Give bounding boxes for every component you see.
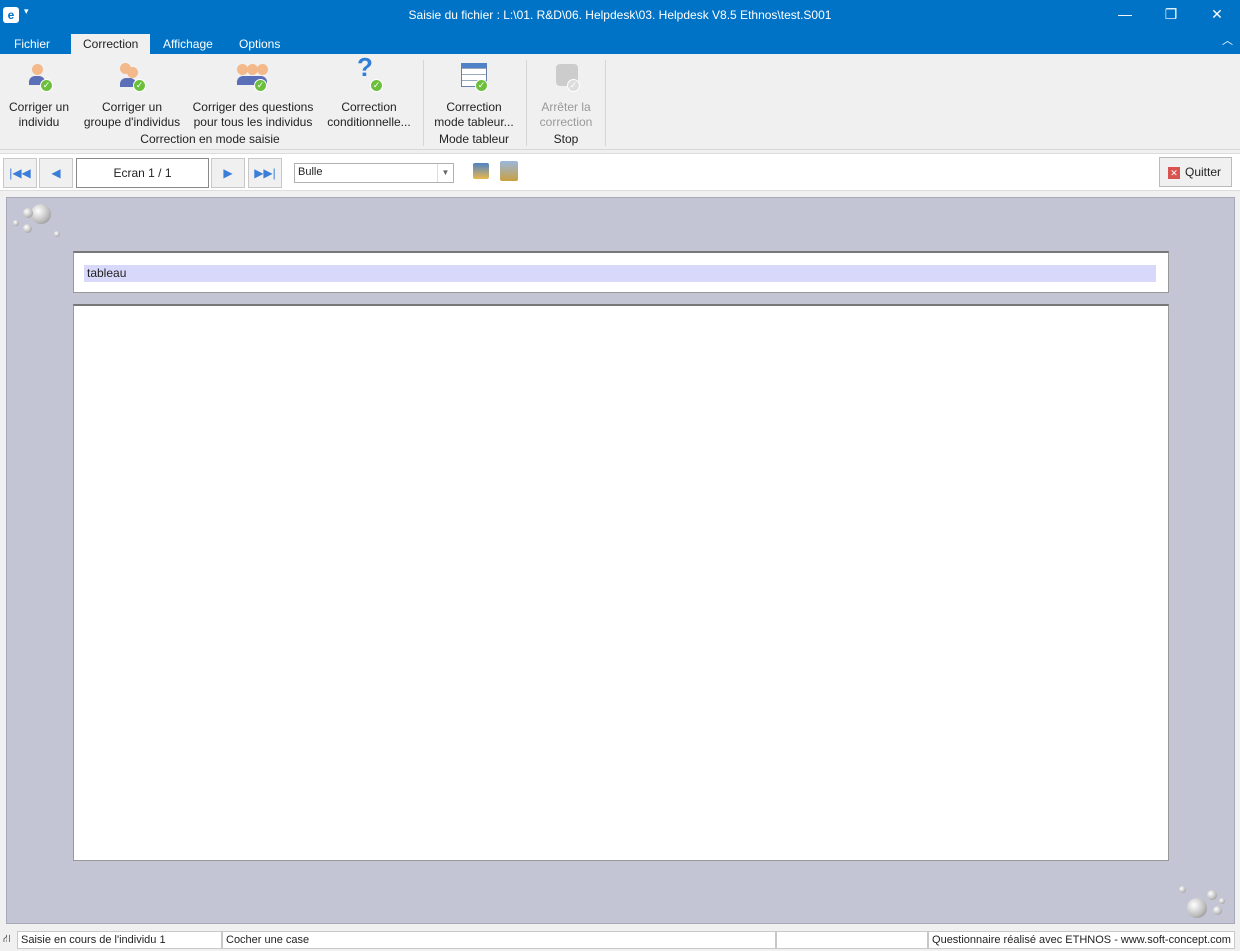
corriger-questions-button[interactable]: ✓ Corriger des questions pour tous les in… [190, 60, 316, 130]
title-bar: e ▾ Saisie du fichier : L:\01. R&D\06. H… [0, 0, 1240, 30]
tab-affichage[interactable]: Affichage [151, 34, 225, 54]
group-label: Mode tableur [438, 132, 510, 146]
quit-button[interactable]: ✕ Quitter [1159, 157, 1232, 187]
network-icon: ⛙ [3, 933, 11, 945]
screen-indicator: Ecran 1 / 1 [76, 158, 209, 188]
next-screen-button[interactable]: ▶ [211, 158, 245, 188]
last-screen-button[interactable]: ▶▶| [248, 158, 282, 188]
calendar-tool-icon[interactable] [473, 163, 489, 179]
group-label: Stop [553, 132, 579, 146]
navigation-toolbar: |◀◀ ◀ Ecran 1 / 1 ▶ ▶▶| Bulle ▼ ✕ Quitter [0, 153, 1240, 191]
quit-icon: ✕ [1168, 166, 1180, 179]
status-hint: Cocher une case [222, 931, 776, 949]
collapse-ribbon-icon[interactable]: ︿ [1222, 32, 1233, 48]
status-credit: Questionnaire réalisé avec ETHNOS - www.… [928, 931, 1235, 949]
person-check-icon: ✓ [23, 60, 55, 94]
questionnaire-area: tableau [6, 197, 1235, 924]
minimize-icon[interactable]: — [1102, 0, 1148, 30]
group-separator [526, 60, 527, 146]
tab-fichier[interactable]: Fichier [2, 34, 62, 54]
first-screen-button[interactable]: |◀◀ [3, 158, 37, 188]
chevron-down-icon[interactable]: ▼ [437, 164, 453, 182]
corriger-individu-button[interactable]: ✓ Corriger un individu [4, 60, 74, 130]
correction-conditionnelle-button[interactable]: ? ✓ Correction conditionnelle... [322, 54, 416, 130]
tab-options[interactable]: Options [227, 34, 292, 54]
question-label: tableau [84, 265, 1156, 282]
stop-icon: ✓ [550, 60, 582, 94]
tab-correction[interactable]: Correction [71, 34, 151, 54]
group-separator [605, 60, 606, 146]
spreadsheet-check-icon: ✓ [458, 60, 490, 94]
previous-screen-button[interactable]: ◀ [39, 158, 73, 188]
question-content[interactable] [73, 304, 1169, 861]
group-check-icon: ✓ [116, 60, 148, 94]
status-empty [776, 931, 928, 949]
correction-tableur-button[interactable]: ✓ Correction mode tableur... [430, 60, 518, 130]
question-box: tableau [73, 251, 1169, 293]
group-label: Correction en mode saisie [140, 132, 280, 146]
keyboard-tool-icon[interactable] [500, 161, 518, 181]
close-icon[interactable]: ✕ [1194, 0, 1240, 30]
corriger-groupe-button[interactable]: ✓ Corriger un groupe d'individus [80, 60, 184, 130]
window-title: Saisie du fichier : L:\01. R&D\06. Helpd… [408, 8, 832, 22]
style-select[interactable]: Bulle ▼ [294, 163, 454, 183]
status-bar: ⛙ Saisie en cours de l'individu 1 Cocher… [0, 929, 1240, 951]
restore-icon[interactable]: ❐ [1148, 0, 1194, 30]
ribbon-tabs: Fichier Correction Affichage Options ︿ [0, 30, 1240, 54]
arreter-correction-button[interactable]: ✓ Arrêter la correction [530, 60, 602, 130]
question-check-icon: ? ✓ [353, 54, 385, 94]
status-individual: Saisie en cours de l'individu 1 [17, 931, 222, 949]
people-check-icon: ✓ [237, 60, 269, 94]
ribbon: ✓ Corriger un individu ✓ Corriger un group… [0, 54, 1240, 150]
group-separator [423, 60, 424, 146]
